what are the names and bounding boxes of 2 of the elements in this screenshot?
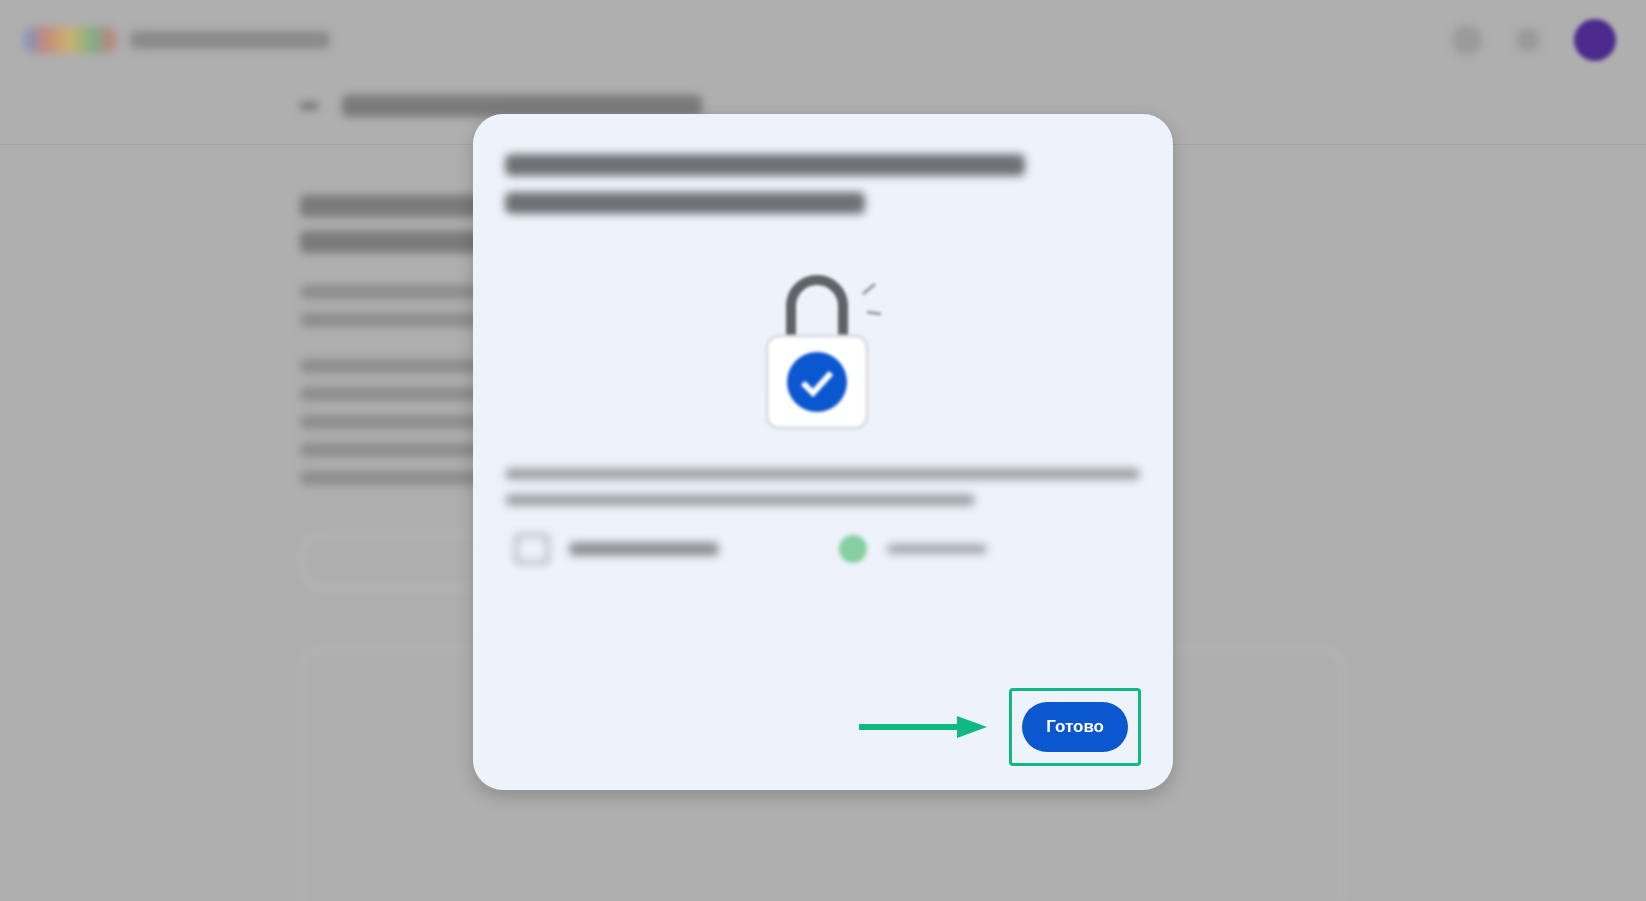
done-button[interactable]: Готово xyxy=(1022,702,1128,752)
avatar-circle[interactable] xyxy=(1574,19,1616,61)
